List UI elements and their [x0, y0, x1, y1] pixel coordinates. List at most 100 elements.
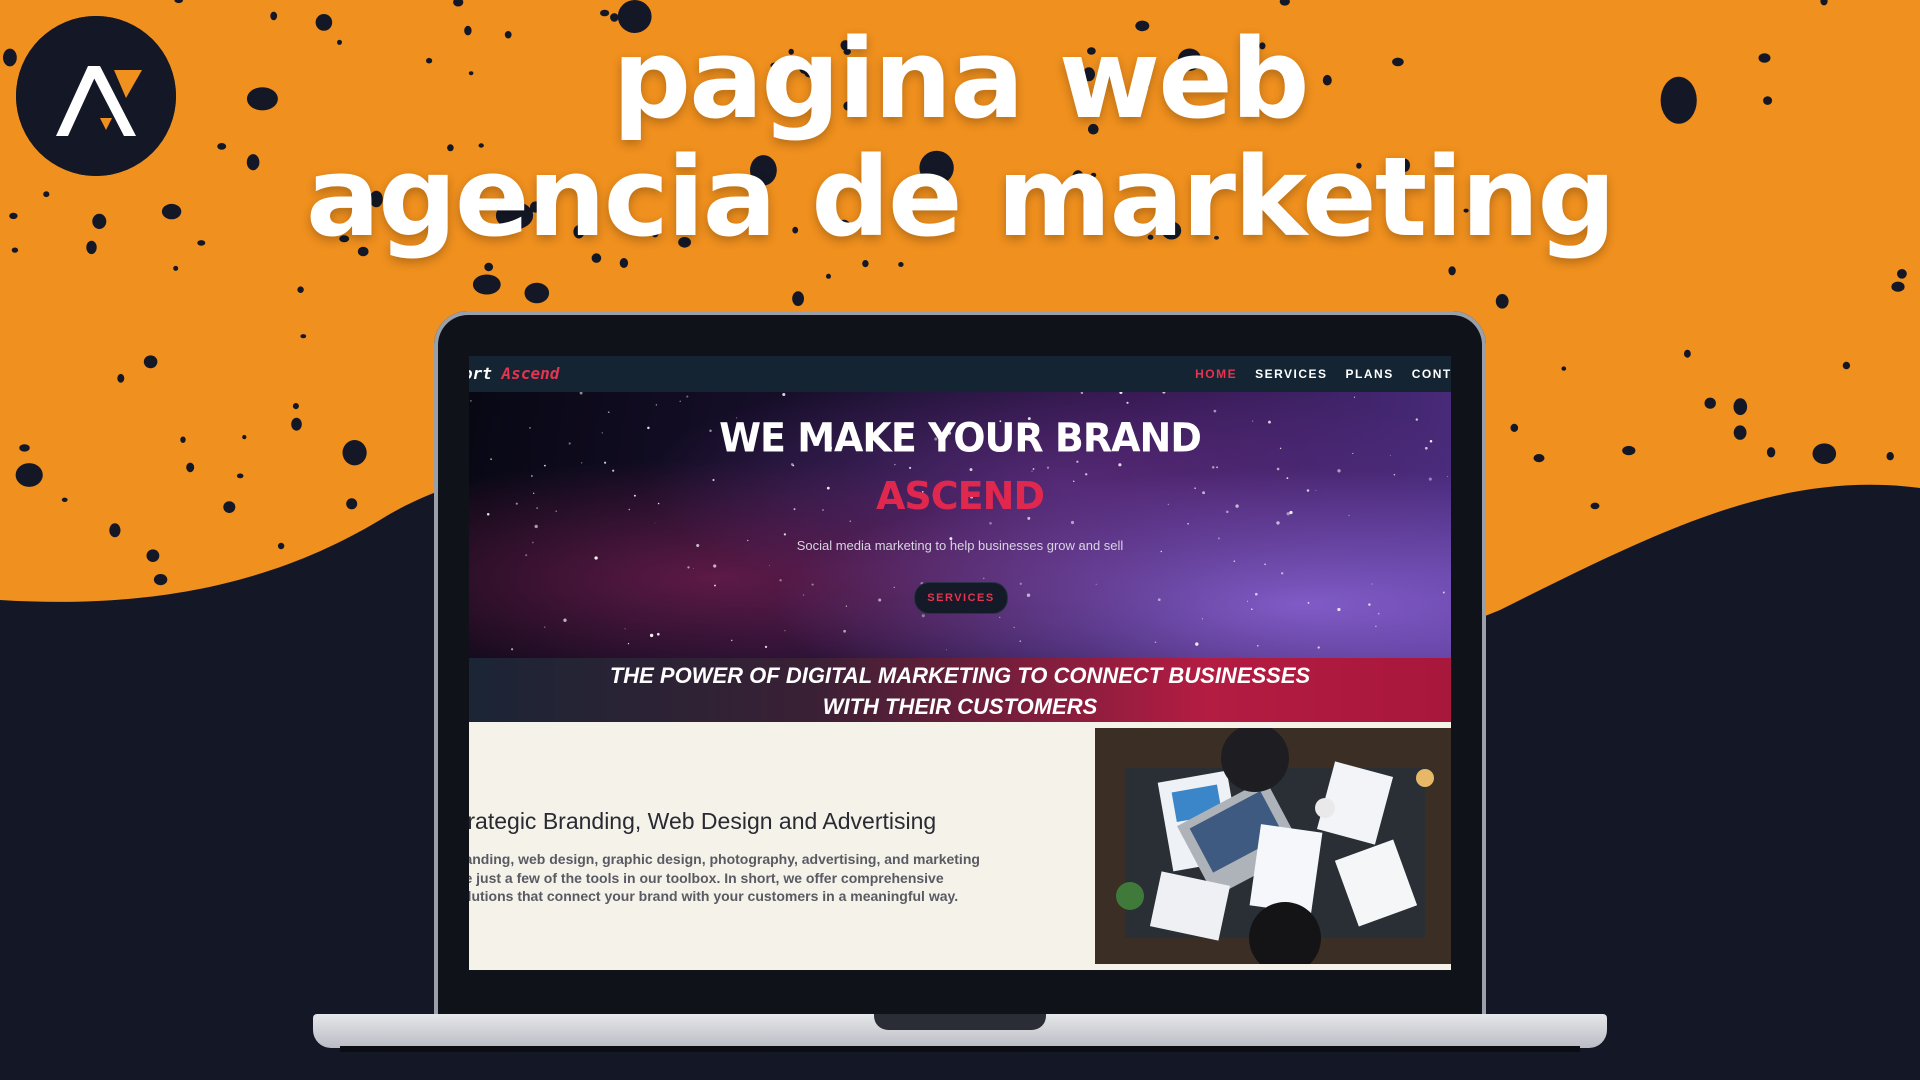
ink-dot	[180, 436, 186, 443]
star	[1213, 409, 1217, 413]
star	[811, 583, 814, 586]
ink-dot	[323, 588, 331, 595]
site-brand-logo[interactable]: ort Ascend	[469, 364, 559, 383]
star	[1307, 602, 1310, 604]
ink-dot	[862, 260, 869, 268]
ink-dot	[1495, 294, 1509, 309]
star	[1276, 521, 1280, 525]
ink-dot	[143, 355, 158, 369]
star	[764, 645, 768, 649]
star	[1317, 646, 1320, 649]
laptop-screen: ort Ascend HOME SERVICES PLANS CONTA WE …	[469, 356, 1451, 970]
star	[1201, 618, 1204, 620]
star	[784, 630, 786, 632]
star	[525, 554, 528, 557]
ink-dot	[1733, 398, 1748, 416]
ink-dot	[242, 434, 247, 440]
ink-dot	[1696, 560, 1710, 577]
star	[686, 395, 689, 398]
ink-dot	[109, 523, 121, 538]
star	[909, 466, 912, 469]
star	[1031, 470, 1033, 472]
star	[470, 400, 472, 402]
ink-dot	[1774, 510, 1785, 522]
ink-dot	[261, 570, 298, 597]
about-text-line-1: randing, web design, graphic design, pho…	[469, 851, 980, 867]
star	[983, 577, 985, 580]
ink-dot	[1684, 349, 1691, 358]
star	[1032, 468, 1035, 470]
star	[1375, 625, 1377, 628]
ink-dot	[173, 265, 179, 271]
about-title: trategic Branding, Web Design and Advert…	[469, 808, 937, 834]
ink-dot	[472, 274, 501, 295]
star	[1126, 401, 1129, 404]
star	[1070, 520, 1075, 525]
star	[1211, 465, 1215, 469]
value-banner: THE POWER OF DIGITAL MARKETING TO CONNEC…	[469, 658, 1451, 724]
about-text-line-2: re just a few of the tools in our toolbo…	[469, 869, 944, 886]
star	[510, 648, 514, 651]
star	[581, 462, 583, 464]
star	[1095, 583, 1097, 585]
star	[655, 404, 658, 406]
ink-dot	[19, 444, 30, 452]
ink-dot	[1622, 445, 1636, 456]
star	[1080, 392, 1084, 395]
brand-accent: Ascend	[501, 364, 560, 383]
star	[1337, 469, 1341, 473]
star	[604, 461, 607, 464]
office-desk-photo	[1095, 728, 1451, 964]
ink-dot	[61, 497, 68, 502]
star	[878, 598, 882, 602]
ink-dot	[484, 262, 494, 272]
star	[802, 594, 805, 596]
star	[1154, 641, 1157, 644]
ink-dot	[223, 501, 236, 513]
star	[693, 568, 695, 569]
star	[894, 463, 896, 466]
nav-services[interactable]: SERVICES	[1255, 367, 1327, 381]
ink-dot	[1510, 423, 1519, 432]
star	[1019, 582, 1022, 585]
star	[1216, 466, 1219, 469]
nav-plans[interactable]: PLANS	[1346, 367, 1394, 381]
ink-dot	[1561, 366, 1567, 371]
star	[782, 392, 786, 397]
laptop-notch	[874, 1014, 1046, 1030]
hero-services-button[interactable]: SERVICES	[914, 582, 1008, 614]
ink-dot	[277, 542, 285, 550]
star	[1195, 642, 1199, 646]
star	[1255, 592, 1258, 596]
nav-home[interactable]: HOME	[1195, 367, 1237, 381]
ink-dot	[526, 290, 532, 296]
star	[730, 639, 733, 642]
star	[544, 464, 546, 467]
laptop-shadow	[340, 1046, 1580, 1052]
ink-dot	[1733, 425, 1747, 440]
star	[534, 524, 538, 529]
ink-dot	[146, 549, 160, 562]
star	[1118, 463, 1122, 467]
ink-dot	[1855, 532, 1862, 540]
ink-dot	[117, 373, 125, 383]
ink-dot	[1891, 281, 1905, 292]
star	[945, 649, 947, 651]
star	[563, 618, 567, 622]
ink-dot	[297, 286, 304, 294]
banner-line-2: WITH THEIR CUSTOMERS	[822, 694, 1098, 719]
star	[843, 629, 846, 633]
star	[1026, 593, 1031, 597]
star	[783, 533, 787, 536]
star	[656, 632, 660, 636]
about-text: randing, web design, graphic design, pho…	[469, 850, 1059, 906]
ink-dot	[236, 473, 244, 479]
headline-line-2: agencia de marketing	[305, 133, 1616, 261]
ink-dot	[300, 334, 307, 339]
hero-tagline: Social media marketing to help businesse…	[796, 538, 1124, 553]
nav-contact[interactable]: CONTA	[1412, 367, 1451, 381]
hero-title: WE MAKE YOUR BRAND	[719, 414, 1202, 462]
ink-dot	[1704, 397, 1716, 409]
star	[594, 556, 598, 560]
star	[1276, 467, 1280, 471]
